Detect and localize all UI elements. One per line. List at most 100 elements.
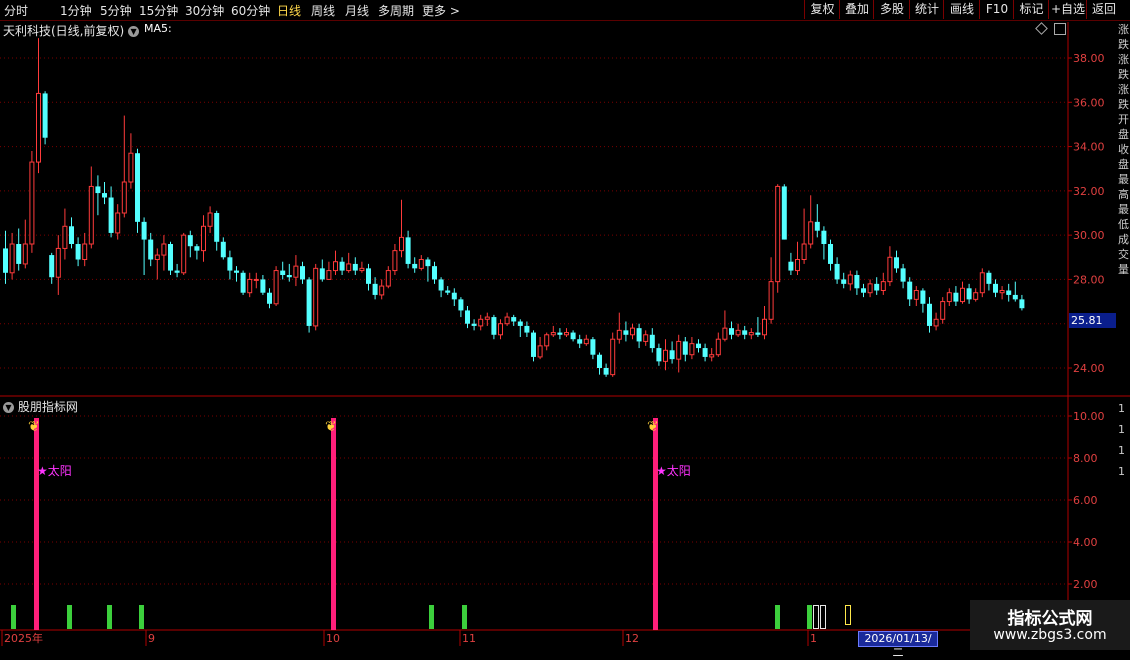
- candle-body: [669, 350, 675, 360]
- candle: [801, 208, 807, 264]
- candle-body: [656, 348, 662, 362]
- period-tab-1[interactable]: 1分钟: [60, 2, 92, 19]
- candle: [49, 252, 55, 284]
- candle-body: [933, 318, 939, 327]
- candle-body: [768, 281, 774, 320]
- toolbar-button-4[interactable]: 画线: [943, 0, 980, 19]
- candle: [762, 306, 767, 340]
- candle: [418, 255, 424, 271]
- candle: [887, 246, 893, 287]
- candle-body: [755, 332, 761, 335]
- toolbar-button-1[interactable]: 叠加: [839, 0, 874, 19]
- y-tick-label: 30.00: [1073, 229, 1105, 242]
- candle-body: [537, 345, 543, 358]
- period-tab-4[interactable]: 30分钟: [185, 2, 224, 19]
- period-tab-0[interactable]: 分时: [4, 2, 28, 19]
- candle-body: [748, 332, 754, 336]
- chevron-down-icon[interactable]: ▼: [128, 26, 140, 37]
- toolbar-button-3[interactable]: 统计: [909, 0, 944, 19]
- candle-body: [762, 318, 767, 336]
- candle-body: [115, 212, 121, 234]
- candle: [141, 217, 147, 275]
- candle: [781, 184, 787, 240]
- candle-body: [62, 225, 68, 249]
- toolbar-button-8[interactable]: 返回: [1086, 0, 1121, 19]
- candle-body: [366, 268, 371, 284]
- period-tab-10[interactable]: 更多 >: [422, 2, 460, 19]
- candle: [42, 91, 48, 145]
- candle: [874, 277, 880, 295]
- candle-body: [135, 153, 140, 222]
- period-tab-7[interactable]: 周线: [311, 2, 335, 19]
- candle: [471, 319, 477, 331]
- period-tab-6[interactable]: 日线: [277, 2, 301, 19]
- kline-chart[interactable]: 38.00 36.00 34.00 32.00 30.00 28.00 24.00 10.0…: [0, 0, 1130, 650]
- toolbar-button-7[interactable]: +自选: [1048, 0, 1087, 19]
- candle: [517, 319, 523, 337]
- candle-body: [616, 329, 622, 340]
- candle-body: [577, 339, 583, 344]
- candle: [451, 288, 457, 306]
- candle-body: [412, 263, 418, 269]
- candle: [814, 204, 820, 238]
- candle-body: [900, 268, 906, 282]
- candle: [663, 339, 668, 371]
- candle: [946, 288, 952, 306]
- candle-body: [610, 338, 616, 376]
- candle-body: [181, 234, 187, 274]
- candle: [399, 199, 404, 258]
- candle: [366, 263, 371, 291]
- candle-body: [847, 274, 853, 285]
- y-tick-label: 36.00: [1073, 96, 1105, 109]
- candle-body: [986, 272, 992, 284]
- period-tab-2[interactable]: 5分钟: [100, 2, 132, 19]
- period-tab-9[interactable]: 多周期: [378, 2, 414, 19]
- candle-body: [1012, 294, 1018, 300]
- candle-body: [333, 261, 338, 272]
- candle-body: [247, 278, 253, 294]
- candle: [834, 257, 840, 284]
- candle-body: [643, 334, 649, 342]
- candle-body: [148, 239, 154, 260]
- x-tick-label: 1: [810, 632, 817, 645]
- toolbar-button-5[interactable]: F10: [979, 0, 1014, 19]
- candle: [544, 332, 550, 351]
- candle: [359, 261, 365, 273]
- toolbar-button-2[interactable]: 多股: [873, 0, 910, 19]
- candle: [3, 230, 8, 284]
- candle-body: [517, 321, 523, 326]
- candle-body: [973, 292, 979, 300]
- stock-title[interactable]: 天利科技(日线,前复权): [3, 24, 124, 38]
- period-tab-3[interactable]: 15分钟: [139, 2, 178, 19]
- candle: [669, 341, 675, 364]
- indicator-name[interactable]: 股朋指标网: [18, 400, 78, 414]
- candle-body: [220, 241, 226, 258]
- candle-body: [300, 266, 305, 280]
- watermark-title: 指标公式网: [1007, 609, 1093, 629]
- period-tab-8[interactable]: 月线: [345, 2, 369, 19]
- candle: [696, 339, 701, 353]
- candle: [524, 321, 530, 337]
- candle: [498, 319, 503, 340]
- candle: [240, 270, 246, 295]
- candle-body: [854, 275, 860, 289]
- candle: [913, 286, 919, 306]
- candle-body: [346, 263, 352, 272]
- watermark-url: www.zbgs3.com: [993, 627, 1107, 643]
- chevron-down-icon[interactable]: ▼: [3, 402, 14, 413]
- toolbar-button-6[interactable]: 标记: [1013, 0, 1049, 19]
- candle-body: [590, 339, 596, 355]
- candle: [412, 257, 418, 273]
- candle: [729, 321, 734, 340]
- candle-body: [432, 266, 437, 280]
- candle-body: [286, 275, 292, 278]
- candle: [36, 38, 41, 174]
- settings-icon[interactable]: [1054, 23, 1066, 35]
- candle-body: [319, 268, 325, 280]
- candle: [75, 237, 81, 267]
- candle-body: [828, 244, 833, 264]
- period-tab-5[interactable]: 60分钟: [231, 2, 270, 19]
- candle-body: [993, 283, 998, 293]
- diamond-icon[interactable]: [1035, 22, 1048, 35]
- toolbar-button-0[interactable]: 复权: [804, 0, 840, 19]
